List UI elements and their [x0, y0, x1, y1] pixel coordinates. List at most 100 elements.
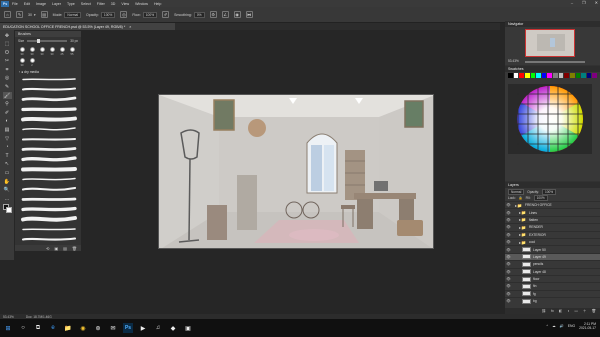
color-swatch[interactable]: [536, 73, 541, 78]
eyedropper-tool-icon[interactable]: ◎: [3, 75, 12, 82]
layer-name[interactable]: flatten: [529, 218, 538, 222]
visibility-eye-icon[interactable]: 👁: [505, 270, 512, 274]
brush-preset[interactable]: [21, 95, 77, 104]
document-tab[interactable]: EDUCATION SCHOOL OFFICE FRENCH.psd @ 53.…: [0, 23, 175, 30]
history-brush-tool-icon[interactable]: ✐: [3, 109, 12, 116]
brush-tip[interactable]: 30: [18, 47, 26, 56]
crop-tool-icon[interactable]: ✂: [3, 58, 12, 65]
visibility-eye-icon[interactable]: 👁: [505, 292, 512, 296]
color-swatch[interactable]: [581, 73, 586, 78]
photoshop-taskbar-icon[interactable]: Ps: [123, 323, 133, 333]
brush-preset[interactable]: [21, 75, 77, 84]
brush-preset[interactable]: [21, 175, 77, 184]
brush-preset[interactable]: [21, 205, 77, 214]
color-swatch[interactable]: [508, 73, 513, 78]
layer-row[interactable]: 👁 pencils: [505, 260, 600, 267]
layer-name[interactable]: fg: [533, 292, 536, 296]
color-swatch[interactable]: [541, 73, 547, 78]
brush-tool-icon[interactable]: ✎: [16, 11, 23, 18]
task-view-icon[interactable]: ⧉: [33, 323, 43, 333]
mode-select[interactable]: Normal: [64, 11, 82, 18]
cloud-icon[interactable]: ☁: [552, 324, 555, 328]
link-layers-icon[interactable]: ⛓: [542, 309, 547, 313]
folder-icon[interactable]: ▸📁: [518, 240, 527, 245]
brush-preset[interactable]: [21, 135, 77, 144]
brush-preset[interactable]: [21, 165, 77, 174]
clock[interactable]: 2:11 PM 2021-05-17: [579, 322, 596, 330]
layer-thumbnail[interactable]: [522, 254, 531, 260]
menu-file[interactable]: File: [12, 2, 18, 6]
visibility-eye-icon[interactable]: 👁: [505, 248, 512, 252]
layer-row[interactable]: 👁 Layer 50: [505, 245, 600, 253]
brush-tip[interactable]: 30: [48, 47, 56, 56]
menu-help[interactable]: Help: [154, 2, 161, 6]
language-indicator[interactable]: ENG: [568, 324, 575, 328]
layer-group-row[interactable]: 👁 ▸📁 FRENCH OFFICE: [505, 201, 600, 208]
layer-thumbnail[interactable]: [522, 276, 531, 282]
visibility-eye-icon[interactable]: 👁: [505, 240, 512, 244]
folder-icon[interactable]: ▸📁: [518, 225, 527, 230]
layer-fill-field[interactable]: 100%: [533, 195, 548, 201]
fx-icon[interactable]: fx: [551, 309, 554, 313]
airbrush-icon[interactable]: ✐: [162, 11, 170, 18]
brush-preset[interactable]: [21, 125, 77, 134]
folder-icon[interactable]: ▸📁: [518, 217, 527, 222]
layer-name[interactable]: cool: [529, 240, 535, 244]
path-selection-tool-icon[interactable]: ↖: [3, 161, 12, 168]
tray-expand-icon[interactable]: ^: [547, 324, 549, 328]
document-canvas[interactable]: [158, 94, 434, 249]
gear-icon[interactable]: ⚙: [209, 11, 217, 18]
layer-group-row[interactable]: 👁 ▸📁 RENDER: [505, 223, 600, 230]
layer-name[interactable]: bg: [533, 299, 537, 303]
menu-view[interactable]: View: [121, 2, 129, 6]
layer-name[interactable]: fin: [533, 284, 536, 288]
new-group-icon[interactable]: ▭: [574, 309, 577, 313]
move-tool-icon[interactable]: ✥: [3, 32, 12, 39]
menu-layer[interactable]: Layer: [52, 2, 61, 6]
layer-row[interactable]: 👁 floor: [505, 274, 600, 282]
layer-row[interactable]: 👁 fg: [505, 289, 600, 297]
smoothing-field[interactable]: 0%: [193, 11, 205, 18]
layer-row[interactable]: 👁 Layer 48: [505, 267, 600, 275]
pressure-opacity-icon[interactable]: ◎: [120, 11, 128, 18]
dodge-tool-icon[interactable]: ◔: [3, 144, 12, 151]
visibility-eye-icon[interactable]: 👁: [505, 233, 512, 237]
brush-size-field[interactable]: 30 px: [70, 39, 78, 43]
brush-preset[interactable]: [21, 195, 77, 204]
layer-row[interactable]: 👁 fin: [505, 282, 600, 289]
menu-3d[interactable]: 3D: [111, 2, 116, 6]
pressure-size-icon[interactable]: ◉: [233, 11, 241, 18]
brush-tip[interactable]: 30: [18, 58, 26, 67]
layer-name[interactable]: Lines: [529, 211, 537, 215]
color-swatch[interactable]: [547, 73, 552, 78]
menu-select[interactable]: Select: [81, 2, 91, 6]
trash-icon[interactable]: 🗑: [591, 309, 596, 313]
layer-name[interactable]: pencils: [533, 262, 543, 266]
lock-icon[interactable]: 🔒: [519, 196, 523, 200]
toggle-icon[interactable]: ⟲: [46, 246, 49, 251]
color-wheel[interactable]: [508, 84, 592, 154]
trash-icon[interactable]: 🗑: [72, 246, 77, 251]
layer-thumbnail[interactable]: [522, 283, 531, 289]
new-group-icon[interactable]: ▣: [54, 246, 58, 251]
volume-icon[interactable]: 🔊: [560, 324, 564, 328]
adjustment-icon[interactable]: ◑: [567, 309, 569, 313]
file-explorer-icon[interactable]: 📁: [63, 323, 73, 333]
chevron-down-icon[interactable]: ▾: [34, 13, 36, 17]
brush-tip[interactable]: 2: [28, 58, 36, 67]
brush-settings-icon[interactable]: ▤: [40, 11, 48, 18]
mail-icon[interactable]: ✉: [108, 323, 118, 333]
shape-tool-icon[interactable]: ▭: [3, 170, 12, 177]
cortana-icon[interactable]: ○: [18, 323, 28, 333]
visibility-eye-icon[interactable]: 👁: [505, 262, 512, 266]
zoom-tool-icon[interactable]: 🔍: [3, 187, 12, 194]
layer-row[interactable]: 👁 bg: [505, 297, 600, 304]
brush-size-slider[interactable]: [27, 39, 68, 43]
gradient-tool-icon[interactable]: ▤: [3, 127, 12, 134]
brush-size-value[interactable]: 30: [28, 13, 32, 17]
layer-name[interactable]: Layer 50: [533, 248, 546, 252]
type-tool-icon[interactable]: T: [3, 152, 12, 159]
visibility-eye-icon[interactable]: 👁: [505, 211, 512, 215]
layer-name[interactable]: Layer 48: [533, 270, 546, 274]
visibility-eye-icon[interactable]: 👁: [505, 218, 512, 222]
